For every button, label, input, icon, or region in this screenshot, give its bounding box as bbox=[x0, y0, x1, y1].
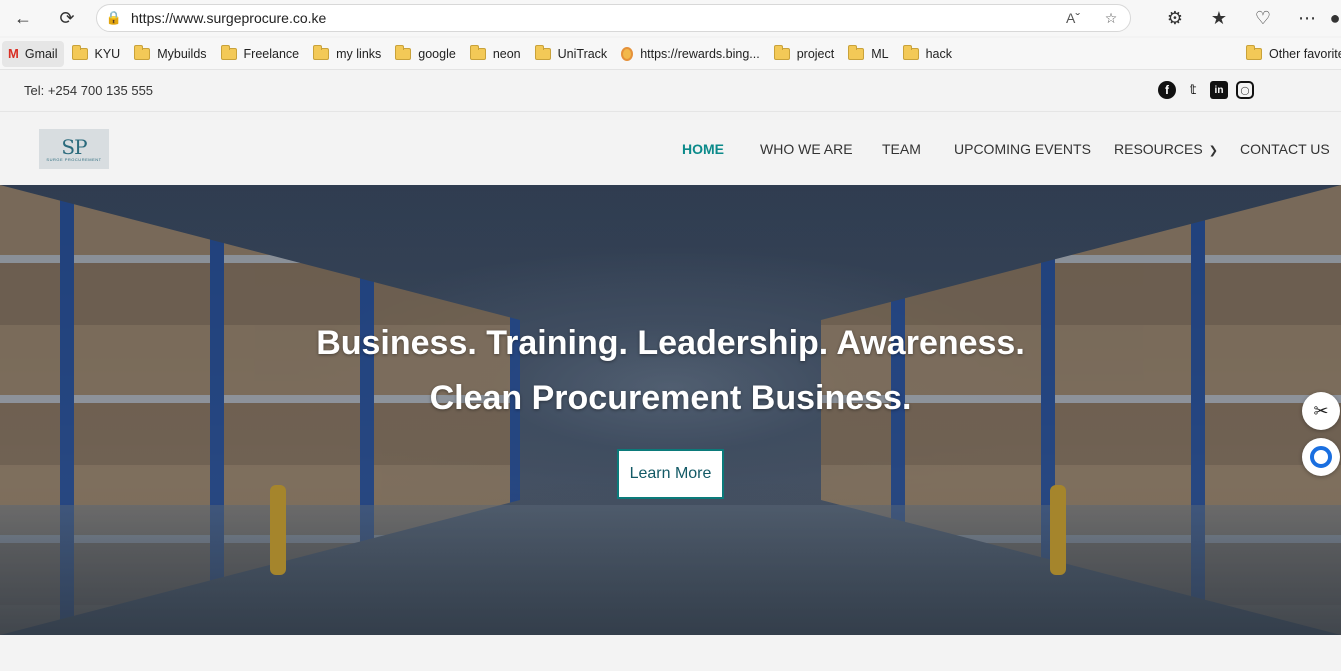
social-links: f 𝕥 in ◯ bbox=[1158, 81, 1254, 99]
bookmark-google[interactable]: google bbox=[389, 41, 462, 67]
instagram-icon[interactable]: ◯ bbox=[1236, 81, 1254, 99]
nav-upcoming-events[interactable]: UPCOMING EVENTS bbox=[954, 141, 1091, 157]
logo-text: SP bbox=[61, 134, 87, 159]
folder-icon bbox=[534, 44, 551, 60]
favorite-star-icon[interactable]: ☆ bbox=[1092, 10, 1130, 27]
bookmark-rewards-bing[interactable]: https://rewards.bing... bbox=[615, 41, 766, 67]
bookmark-other-favorites[interactable]: Other favorite bbox=[1240, 41, 1341, 67]
folder-icon bbox=[134, 44, 151, 60]
main-nav: SP SURGE PROCUREMENT HOME WHO WE ARE TEA… bbox=[0, 113, 1341, 185]
hero-headline: Business. Training. Leadership. Awarenes… bbox=[316, 324, 1025, 362]
bookmark-mybuilds[interactable]: Mybuilds bbox=[128, 41, 212, 67]
bookmark-neon[interactable]: neon bbox=[464, 41, 527, 67]
folder-icon bbox=[773, 44, 790, 60]
address-bar[interactable]: 🔒 https://www.surgeprocure.co.ke Aˇ ☆ bbox=[96, 4, 1131, 32]
copilot-icon[interactable]: ● bbox=[1329, 2, 1341, 34]
folder-icon bbox=[469, 44, 486, 60]
scissors-icon[interactable]: ✂ bbox=[1302, 392, 1340, 430]
toolbar-right: ⚙ ★ ♡ ⋯ ● bbox=[1153, 0, 1341, 36]
bookmark-kyu[interactable]: KYU bbox=[66, 41, 127, 67]
nav-who-we-are[interactable]: WHO WE ARE bbox=[760, 141, 853, 157]
chevron-down-icon: ❯ bbox=[1208, 145, 1218, 157]
browser-essentials-icon[interactable]: ♡ bbox=[1241, 2, 1285, 34]
medal-icon bbox=[621, 46, 634, 61]
folder-icon bbox=[220, 44, 237, 60]
browser-toolbar: ← ⟳ 🔒 https://www.surgeprocure.co.ke Aˇ … bbox=[0, 0, 1341, 36]
folder-icon bbox=[395, 44, 412, 60]
bookmarks-bar: M Gmail KYU Mybuilds Freelance my links g… bbox=[0, 38, 1341, 70]
folder-icon bbox=[1246, 45, 1262, 60]
url-text[interactable]: https://www.surgeprocure.co.ke bbox=[131, 10, 1054, 26]
folder-icon bbox=[848, 44, 865, 60]
bookmark-project[interactable]: project bbox=[768, 41, 841, 67]
bookmark-ml[interactable]: ML bbox=[842, 41, 894, 67]
page-bottom bbox=[0, 635, 1341, 671]
more-menu-icon[interactable]: ⋯ bbox=[1285, 2, 1329, 34]
extensions-icon[interactable]: ⚙ bbox=[1153, 2, 1197, 34]
read-aloud-icon[interactable]: Aˇ bbox=[1054, 10, 1092, 26]
chat-ring bbox=[1310, 446, 1332, 468]
gmail-icon: M bbox=[8, 46, 19, 61]
site-logo[interactable]: SP SURGE PROCUREMENT bbox=[39, 129, 109, 169]
learn-more-button[interactable]: Learn More bbox=[617, 449, 724, 499]
bookmark-my-links[interactable]: my links bbox=[307, 41, 387, 67]
logo-subtext: SURGE PROCUREMENT bbox=[46, 156, 102, 162]
hero-banner: Business. Training. Leadership. Awarenes… bbox=[0, 185, 1341, 635]
refresh-icon[interactable]: ⟳ bbox=[51, 2, 83, 34]
folder-icon bbox=[902, 44, 919, 60]
bookmark-freelance[interactable]: Freelance bbox=[215, 41, 306, 67]
site-topbar: Tel: +254 700 135 555 f 𝕥 in ◯ bbox=[0, 71, 1341, 112]
nav-contact-us[interactable]: CONTACT US bbox=[1240, 141, 1330, 157]
nav-home[interactable]: HOME bbox=[682, 141, 724, 157]
bookmark-hack[interactable]: hack bbox=[897, 41, 958, 67]
chat-widget-icon[interactable] bbox=[1302, 438, 1340, 476]
hero-subheadline: Clean Procurement Business. bbox=[429, 379, 912, 417]
folder-icon bbox=[71, 44, 88, 60]
nav-resources[interactable]: RESOURCES ❯ bbox=[1114, 141, 1218, 157]
facebook-icon[interactable]: f bbox=[1158, 81, 1176, 99]
lock-icon: 🔒 bbox=[105, 10, 123, 25]
nav-team[interactable]: TEAM bbox=[882, 141, 921, 157]
favorites-icon[interactable]: ★ bbox=[1197, 2, 1241, 34]
nav-resources-label: RESOURCES bbox=[1114, 141, 1203, 157]
folder-icon bbox=[313, 44, 330, 60]
twitter-icon[interactable]: 𝕥 bbox=[1184, 81, 1202, 99]
linkedin-icon[interactable]: in bbox=[1210, 81, 1228, 99]
bookmark-unitrack[interactable]: UniTrack bbox=[529, 41, 614, 67]
bookmark-gmail[interactable]: M Gmail bbox=[2, 40, 64, 67]
back-arrow-icon[interactable]: ← bbox=[7, 2, 39, 34]
phone-number: Tel: +254 700 135 555 bbox=[24, 83, 154, 98]
